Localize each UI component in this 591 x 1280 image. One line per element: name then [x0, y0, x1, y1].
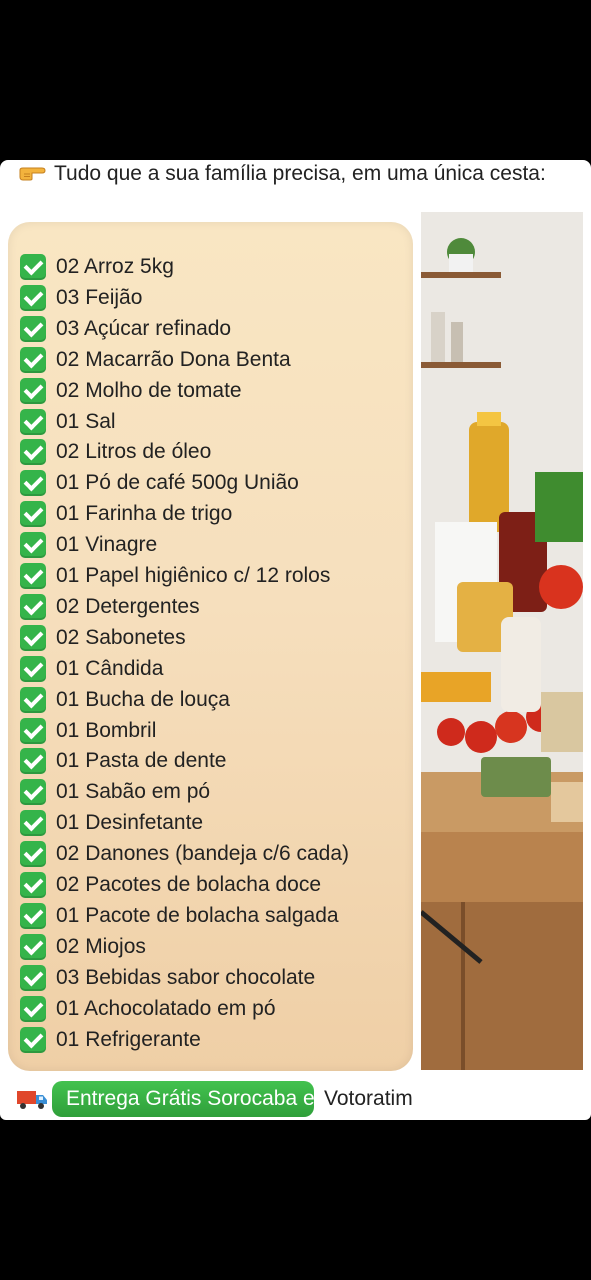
checklist-item-label: 02 Pacotes de bolacha doce — [56, 873, 322, 896]
checklist-item: 01 Farinha de trigo — [20, 499, 232, 529]
checklist-item-label: 02 Arroz 5kg — [56, 255, 174, 278]
checklist-item-label: 02 Danones (bandeja c/6 cada) — [56, 842, 350, 866]
check-mark-icon — [20, 933, 46, 960]
checklist-item: 02 Macarrão Dona Benta — [20, 345, 291, 375]
checklist-item-label: 01 Desinfetante — [56, 811, 204, 835]
checklist-item: 03 Bebidas sabor chocolate — [20, 963, 315, 993]
checklist-item-label: 01 Pasta de dente — [56, 749, 227, 773]
checklist-item-label: 01 Cândida — [56, 656, 164, 680]
checklist-item: 02 Pacotes de bolacha doce — [20, 870, 321, 900]
delivery-city-text: Votoratim — [324, 1087, 413, 1110]
intro-text-block: Tudo que a sua família precisa, em uma ú… — [18, 160, 558, 188]
check-mark-icon — [20, 964, 46, 991]
checklist-item: 01 Pó de café 500g União — [20, 468, 299, 498]
grocery-photo-illustration — [421, 212, 583, 1070]
check-mark-icon — [20, 655, 46, 682]
intro-text: Tudo que a sua família precisa, em uma ú… — [54, 162, 546, 185]
check-mark-icon — [20, 254, 46, 280]
check-mark-icon — [20, 624, 46, 651]
checklist-item-label: 01 Vinagre — [56, 533, 158, 557]
checklist-item-label: 02 Molho de tomate — [56, 378, 242, 402]
check-mark-icon — [20, 315, 46, 342]
checklist-item-label: 01 Refrigerante — [56, 1027, 201, 1051]
checklist-item: 01 Refrigerante — [20, 1025, 201, 1055]
checklist-item: 01 Pasta de dente — [20, 746, 226, 776]
check-mark-icon — [20, 717, 46, 744]
check-mark-icon — [20, 563, 46, 589]
check-mark-icon — [20, 810, 46, 837]
check-mark-icon — [20, 532, 46, 559]
items-panel: 02 Arroz 5kg 03 Feijão 03 Açúcar refinado 0… — [8, 222, 413, 1071]
checklist-item: 01 Sal — [20, 407, 116, 437]
checklist-item-label: 01 Pó de café 500g União — [56, 471, 299, 495]
checklist-item: 02 Detergentes — [20, 592, 200, 622]
check-mark-icon — [20, 284, 46, 311]
check-mark-icon — [20, 902, 46, 929]
check-mark-icon — [20, 995, 46, 1022]
check-mark-icon — [20, 841, 46, 868]
message-card: Tudo que a sua família precisa, em uma ú… — [0, 160, 591, 1120]
checklist-item-label: 02 Macarrão Dona Benta — [56, 347, 291, 371]
checklist-item-label: 01 Sal — [56, 409, 116, 433]
checklist-item: 01 Vinagre — [20, 530, 157, 560]
checklist-item: 02 Miojos — [20, 932, 146, 962]
checklist-item-label: 02 Detergentes — [56, 594, 200, 618]
check-mark-icon — [20, 779, 46, 806]
checklist-item-label: 01 Achocolatado em pó — [56, 996, 276, 1020]
checklist-item-label: 02 Sabonetes — [56, 625, 186, 649]
check-mark-icon — [20, 872, 46, 898]
backhand-index-pointing-right-icon — [19, 167, 46, 181]
check-mark-icon — [20, 408, 46, 435]
check-mark-icon — [20, 501, 46, 528]
checklist-item-label: 02 Miojos — [56, 934, 146, 958]
free-delivery-badge: Entrega Grátis Sorocaba e — [52, 1081, 314, 1117]
checklist-item: 03 Feijão — [20, 283, 142, 313]
check-mark-icon — [20, 593, 46, 620]
checklist-item: 02 Molho de tomate — [20, 376, 242, 406]
checklist-item-label: 01 Papel higiênico c/ 12 rolos — [56, 564, 331, 587]
delivery-truck-icon — [17, 1091, 47, 1109]
check-mark-icon — [20, 346, 46, 373]
checklist-item-label: 01 Farinha de trigo — [56, 502, 233, 526]
checklist-item: 02 Litros de óleo — [20, 437, 211, 467]
checklist-item: 01 Cândida — [20, 654, 163, 684]
checklist-item: 01 Achocolatado em pó — [20, 994, 276, 1024]
check-mark-icon — [20, 377, 46, 404]
checklist-item-label: 03 Feijão — [56, 285, 143, 309]
checklist-item: 01 Sabão em pó — [20, 777, 210, 807]
checklist-item: 01 Bombril — [20, 716, 156, 746]
checklist-item-label: 01 Pacote de bolacha salgada — [56, 903, 339, 927]
checklist-item: 01 Pacote de bolacha salgada — [20, 901, 339, 931]
checklist-item: 01 Desinfetante — [20, 808, 203, 838]
checklist-item: 02 Danones (bandeja c/6 cada) — [20, 839, 349, 869]
check-mark-icon — [20, 748, 46, 775]
checklist-item: 01 Bucha de louça — [20, 685, 230, 715]
checklist-item: 01 Papel higiênico c/ 12 rolos — [20, 561, 330, 591]
checklist-item-label: 01 Bombril — [56, 718, 157, 742]
grocery-photo — [421, 212, 583, 1070]
check-mark-icon — [20, 686, 46, 713]
checklist-item: 03 Açúcar refinado — [20, 314, 231, 344]
checklist-item: 02 Sabonetes — [20, 623, 186, 653]
check-mark-icon — [20, 439, 46, 466]
delivery-footer: Entrega Grátis Sorocaba e Votoratim — [16, 1080, 413, 1118]
checklist-item-label: 02 Litros de óleo — [56, 440, 212, 464]
checklist-item-label: 03 Açúcar refinado — [56, 316, 232, 340]
check-mark-icon — [20, 1026, 46, 1053]
checklist-item: 02 Arroz 5kg — [20, 252, 174, 282]
checklist-item-label: 01 Sabão em pó — [56, 780, 211, 804]
checklist-item-label: 01 Bucha de louça — [56, 687, 230, 711]
check-mark-icon — [20, 470, 46, 497]
checklist-item-label: 03 Bebidas sabor chocolate — [56, 965, 316, 989]
